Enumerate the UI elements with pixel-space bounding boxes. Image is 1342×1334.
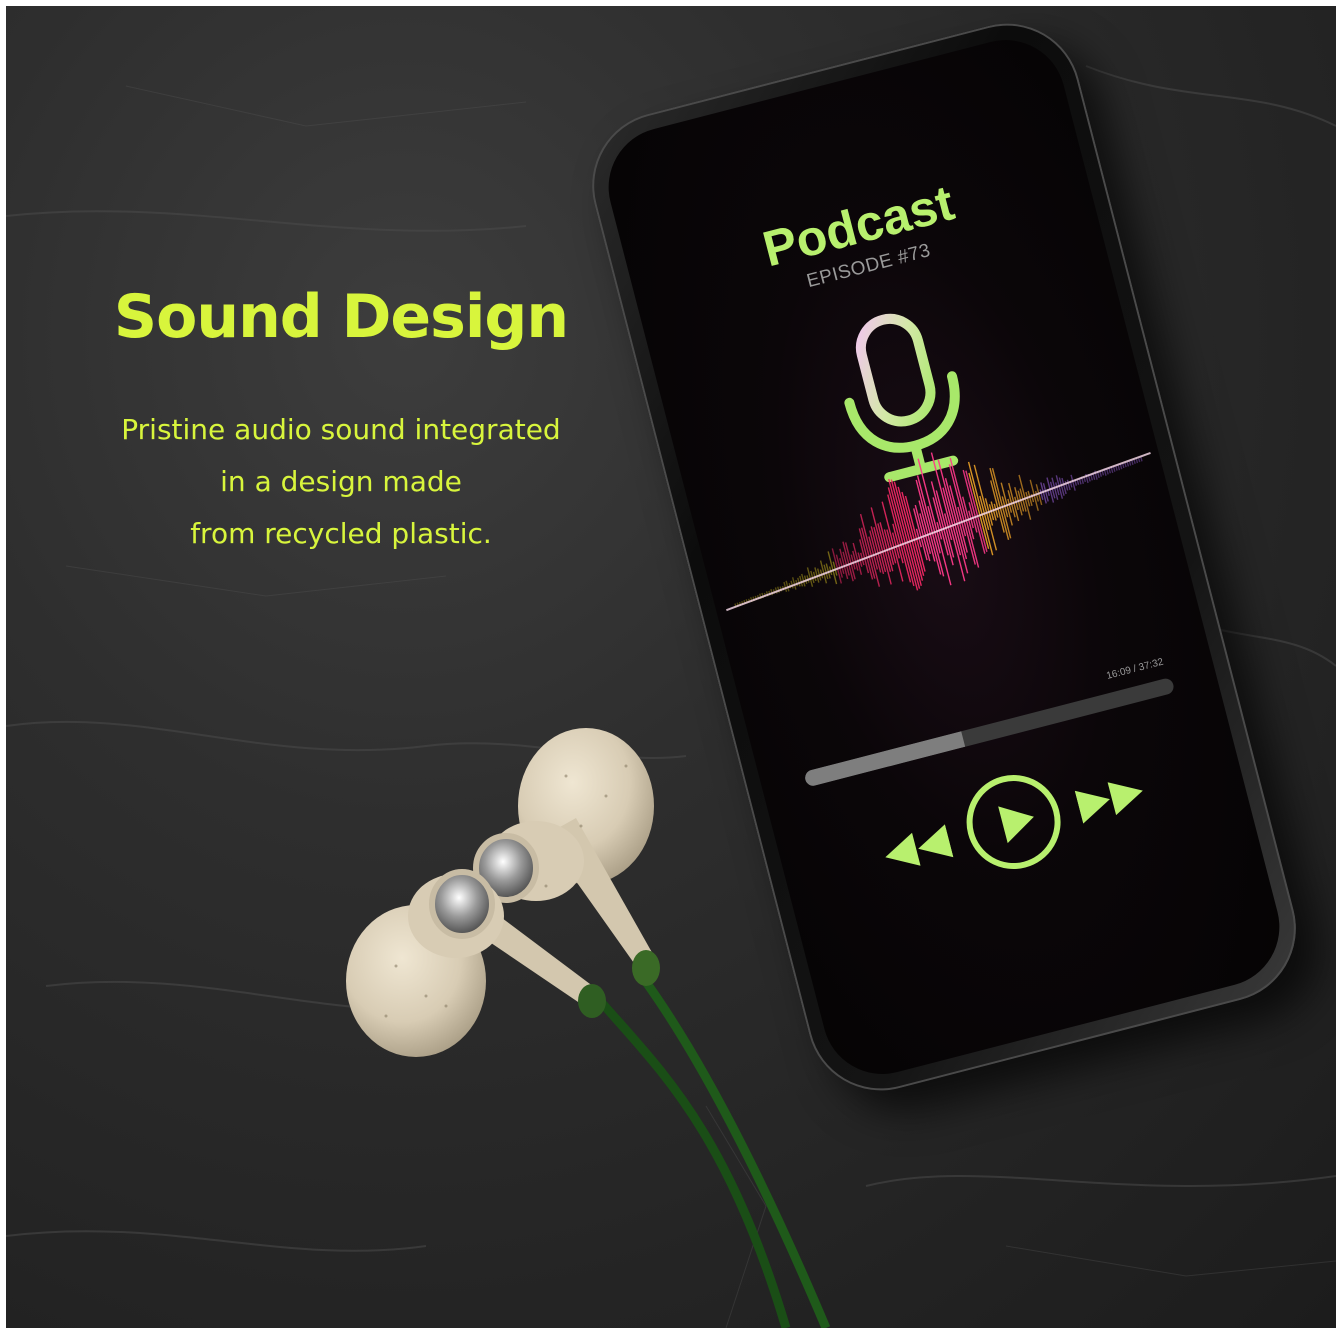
fast-forward-icon[interactable] [1074,774,1147,824]
progress-fill [803,731,966,788]
playback-controls [773,712,1254,936]
headline: Sound Design [113,282,569,352]
body-line: in a design made [220,465,462,498]
body-line: from recycled plastic. [190,517,492,550]
play-icon[interactable] [954,762,1073,881]
rewind-icon[interactable] [881,824,954,873]
body-line: Pristine audio sound integrated [121,413,561,446]
body-copy: Pristine audio sound integrated in a des… [96,404,586,560]
time-readout: 16:09 / 37:32 [1105,656,1165,682]
product-photo: Sound Design Pristine audio sound integr… [6,6,1336,1328]
